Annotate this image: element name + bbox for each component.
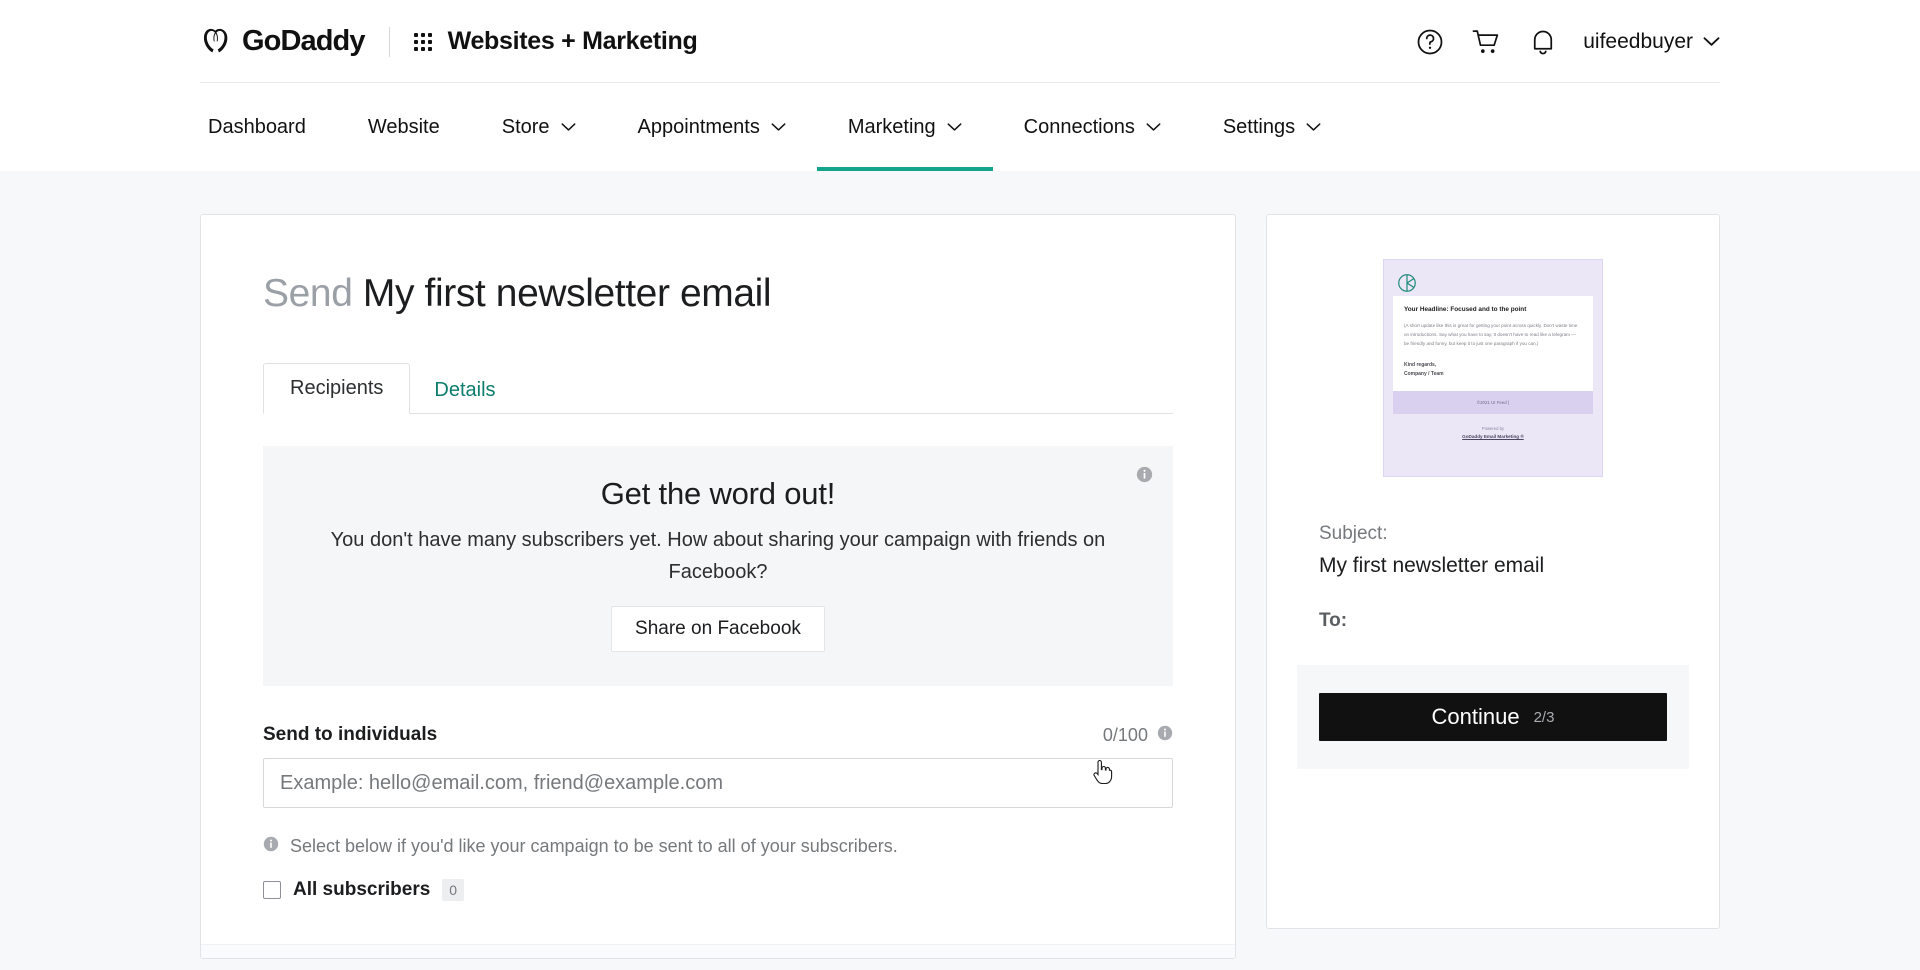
account-name: uifeedbuyer [1583, 29, 1693, 53]
preview-inner: Your Headline: Focused and to the point … [1267, 215, 1719, 769]
recipient-emails-input[interactable] [263, 758, 1173, 808]
promo-title: Get the word out! [600, 476, 836, 511]
thumbnail-footer-bar: ©2021 UI Feed | [1392, 390, 1593, 414]
product-name: Websites + Marketing [447, 27, 698, 55]
promo-panel: Get the word out! You don't have many su… [263, 446, 1173, 686]
page-title-prefix: Send [263, 272, 353, 315]
nav-item-marketing[interactable]: Marketing [816, 83, 993, 171]
help-circle-icon[interactable] [1415, 27, 1445, 57]
card-tabs: Recipients Details [263, 362, 1173, 414]
nav-item-label: Dashboard [208, 115, 306, 138]
all-subscribers-count-badge: 0 [442, 879, 465, 902]
nav-items: Dashboard Website Store Appointments Mar… [200, 83, 1352, 171]
notification-bell-icon[interactable] [1529, 27, 1557, 57]
top-actions: uifeedbuyer [1415, 27, 1720, 57]
nav-item-label: Appointments [637, 115, 760, 138]
powered-by-link[interactable]: GoDaddy Email Marketing ® [1393, 433, 1593, 442]
nav-item-label: Marketing [847, 115, 936, 138]
chevron-down-icon [1703, 37, 1720, 46]
tab-recipients[interactable]: Recipients [263, 363, 411, 414]
page-content: Send My first newsletter email Recipient… [0, 171, 1920, 959]
godaddy-logo[interactable]: GoDaddy [200, 25, 366, 58]
nav-item-store[interactable]: Store [471, 83, 607, 171]
subject-label: Subject: [1318, 523, 1388, 544]
recipients-card: Send My first newsletter email Recipient… [200, 214, 1236, 959]
app-grid-icon[interactable] [413, 32, 432, 51]
chevron-down-icon [947, 123, 962, 131]
continue-bar: Continue 2/3 [1296, 665, 1689, 769]
nav-item-connections[interactable]: Connections [993, 83, 1192, 171]
godaddy-heart-mark-icon [203, 28, 228, 53]
thumbnail-signoff-line2: Company / Team [1403, 370, 1444, 377]
nav-item-label: Website [367, 115, 440, 138]
circle-brand-logo-icon [1398, 273, 1416, 292]
primary-nav: Dashboard Website Store Appointments Mar… [0, 83, 1920, 171]
email-thumbnail[interactable]: Your Headline: Focused and to the point … [1382, 259, 1603, 477]
send-to-individuals-header: Send to individuals 0/100 [263, 724, 1173, 746]
godaddy-wordmark: GoDaddy [242, 25, 366, 57]
nav-item-dashboard[interactable]: Dashboard [200, 83, 337, 171]
top-brand-bar: GoDaddy Websites + Marketing uifeedbuyer [0, 0, 1920, 83]
continue-step-indicator: 2/3 [1533, 708, 1555, 726]
email-preview-card: Your Headline: Focused and to the point … [1265, 214, 1720, 929]
chevron-down-icon [771, 123, 786, 131]
powered-by-text: Powered by [1481, 425, 1505, 431]
brand-group: GoDaddy Websites + Marketing [200, 25, 698, 58]
subject-value: My first newsletter email [1318, 554, 1545, 577]
promo-subtitle: You don't have many subscribers yet. How… [330, 529, 1106, 583]
recipient-counter-value: 0/100 [1102, 724, 1148, 745]
thumbnail-headline: Your Headline: Focused and to the point [1403, 306, 1527, 313]
thumbnail-powered-by: Powered by GoDaddy Email Marketing ® [1393, 414, 1593, 442]
subscribers-hint: Select below if you'd like your campaign… [263, 836, 1173, 857]
chevron-down-icon [561, 123, 576, 131]
subscribers-hint-text: Select below if you'd like your campaign… [290, 836, 898, 856]
shopping-cart-icon[interactable] [1471, 27, 1503, 57]
tab-label: Recipients [290, 377, 384, 399]
thumbnail-paragraph: (A short update like this is great for g… [1403, 322, 1578, 346]
page-title: Send My first newsletter email [263, 272, 1173, 316]
tab-label: Details [434, 379, 496, 401]
all-subscribers-label: All subscribers [293, 879, 431, 901]
nav-item-appointments[interactable]: Appointments [607, 83, 817, 171]
brand-divider [388, 26, 390, 57]
tab-details[interactable]: Details [410, 367, 519, 413]
thumbnail-logo-row [1393, 269, 1593, 296]
info-icon [263, 836, 279, 857]
nav-item-label: Connections [1023, 115, 1135, 138]
continue-button[interactable]: Continue 2/3 [1318, 693, 1667, 741]
all-subscribers-checkbox[interactable] [263, 881, 281, 900]
send-to-individuals-label: Send to individuals [263, 724, 438, 745]
nav-item-label: Store [501, 115, 550, 138]
chevron-down-icon [1306, 123, 1321, 131]
all-subscribers-row: All subscribers 0 [263, 879, 1173, 902]
page-title-campaign-name: My first newsletter email [362, 272, 772, 315]
to-label: To: [1318, 610, 1348, 631]
info-icon[interactable] [1136, 466, 1153, 488]
card-bottom-section-edge [201, 944, 1235, 958]
email-thumbnail-wrap: Your Headline: Focused and to the point … [1319, 259, 1667, 477]
share-on-facebook-button[interactable]: Share on Facebook [611, 606, 825, 652]
nav-item-website[interactable]: Website [337, 83, 471, 171]
nav-item-label: Settings [1222, 115, 1296, 138]
account-menu[interactable]: uifeedbuyer [1583, 30, 1720, 54]
preview-meta: Subject: My first newsletter email To: [1319, 523, 1667, 632]
recipient-counter: 0/100 [1103, 725, 1173, 746]
nav-item-settings[interactable]: Settings [1192, 83, 1352, 171]
chevron-down-icon [1146, 123, 1161, 131]
thumbnail-signoff-line1: Kind regards, [1403, 361, 1437, 368]
thumbnail-body: Your Headline: Focused and to the point … [1392, 296, 1593, 391]
info-icon[interactable] [1157, 725, 1173, 746]
continue-label: Continue [1431, 704, 1520, 729]
